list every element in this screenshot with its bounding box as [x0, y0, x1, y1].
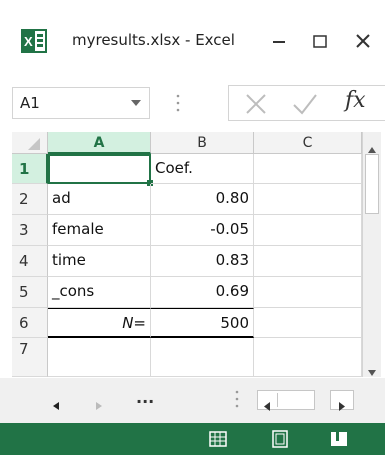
cell-a6[interactable]: N=: [48, 308, 151, 338]
row-header-4[interactable]: 4: [12, 246, 48, 277]
cell-c5[interactable]: [254, 277, 362, 308]
excel-icon: X: [21, 29, 47, 53]
window-title: myresults.xlsx - Excel: [72, 31, 235, 49]
sheet-more-button[interactable]: ...: [136, 388, 154, 407]
formula-buttons: fx: [228, 85, 385, 121]
minimize-icon: [273, 41, 285, 43]
row-header-7[interactable]: 7: [12, 338, 48, 377]
scroll-right-button[interactable]: [330, 390, 354, 411]
cell-c2[interactable]: [254, 184, 362, 215]
cell-b7[interactable]: [151, 338, 254, 377]
row-header-1[interactable]: 1: [12, 154, 48, 184]
column-header-a[interactable]: A: [48, 132, 151, 154]
cell-a3[interactable]: female: [48, 215, 151, 246]
fx-button[interactable]: fx: [345, 88, 366, 113]
cell-b2[interactable]: 0.80: [151, 184, 254, 215]
status-bar: [0, 423, 385, 455]
cell-a7[interactable]: [48, 338, 151, 377]
scroll-thumb-divider: [277, 393, 278, 407]
page-layout-icon[interactable]: [271, 430, 289, 452]
spreadsheet-grid: A B C 1 Coef. 2 ad 0.80 3 female -0.05 4…: [12, 132, 362, 377]
horizontal-scrollbar[interactable]: [257, 390, 315, 411]
page-break-icon[interactable]: [330, 430, 348, 452]
column-header-c[interactable]: C: [254, 132, 362, 154]
column-header-b[interactable]: B: [151, 132, 254, 154]
vertical-dots-icon: [176, 92, 180, 114]
cell-b6[interactable]: 500: [151, 308, 254, 338]
cell-b5[interactable]: 0.69: [151, 277, 254, 308]
scroll-left-icon[interactable]: [264, 396, 271, 415]
cell-c4[interactable]: [254, 246, 362, 277]
cell-a4[interactable]: time: [48, 246, 151, 277]
normal-view-icon[interactable]: [209, 430, 227, 452]
row-header-2[interactable]: 2: [12, 184, 48, 215]
cell-c1[interactable]: [254, 154, 362, 184]
sheet-prev-icon[interactable]: [52, 396, 60, 415]
cell-c3[interactable]: [254, 215, 362, 246]
row-header-5[interactable]: 5: [12, 277, 48, 308]
cell-b1[interactable]: Coef.: [151, 154, 254, 184]
scroll-thumb[interactable]: [365, 154, 379, 214]
row-header-3[interactable]: 3: [12, 215, 48, 246]
vertical-scrollbar[interactable]: [362, 132, 381, 377]
cell-a2[interactable]: ad: [48, 184, 151, 215]
select-all-corner[interactable]: [12, 132, 48, 154]
row-header-6[interactable]: 6: [12, 308, 48, 338]
name-box-value: A1: [20, 94, 40, 112]
maximize-button[interactable]: [300, 22, 340, 60]
scroll-right-icon[interactable]: [339, 396, 346, 415]
svg-text:X: X: [24, 34, 33, 49]
cell-c6[interactable]: [254, 308, 362, 338]
close-icon: [356, 34, 370, 48]
cancel-x-icon[interactable]: [243, 92, 269, 120]
checkmark-icon[interactable]: [291, 92, 319, 120]
vertical-dots-icon: [235, 389, 239, 415]
name-box[interactable]: A1: [12, 87, 150, 119]
cell-b4[interactable]: 0.83: [151, 246, 254, 277]
cell-a1[interactable]: [48, 154, 151, 184]
sheet-next-icon[interactable]: [95, 396, 103, 415]
sheet-navigation-bar: ...: [0, 378, 385, 423]
title-bar: X myresults.xlsx - Excel: [0, 0, 385, 82]
cell-b3[interactable]: -0.05: [151, 215, 254, 246]
minimize-button[interactable]: [259, 22, 299, 60]
close-button[interactable]: [343, 22, 383, 60]
cell-a5[interactable]: _cons: [48, 277, 151, 308]
cell-c7[interactable]: [254, 338, 362, 377]
chevron-down-icon[interactable]: [131, 100, 141, 106]
maximize-icon: [313, 35, 327, 48]
formula-bar: A1 fx: [0, 82, 385, 126]
